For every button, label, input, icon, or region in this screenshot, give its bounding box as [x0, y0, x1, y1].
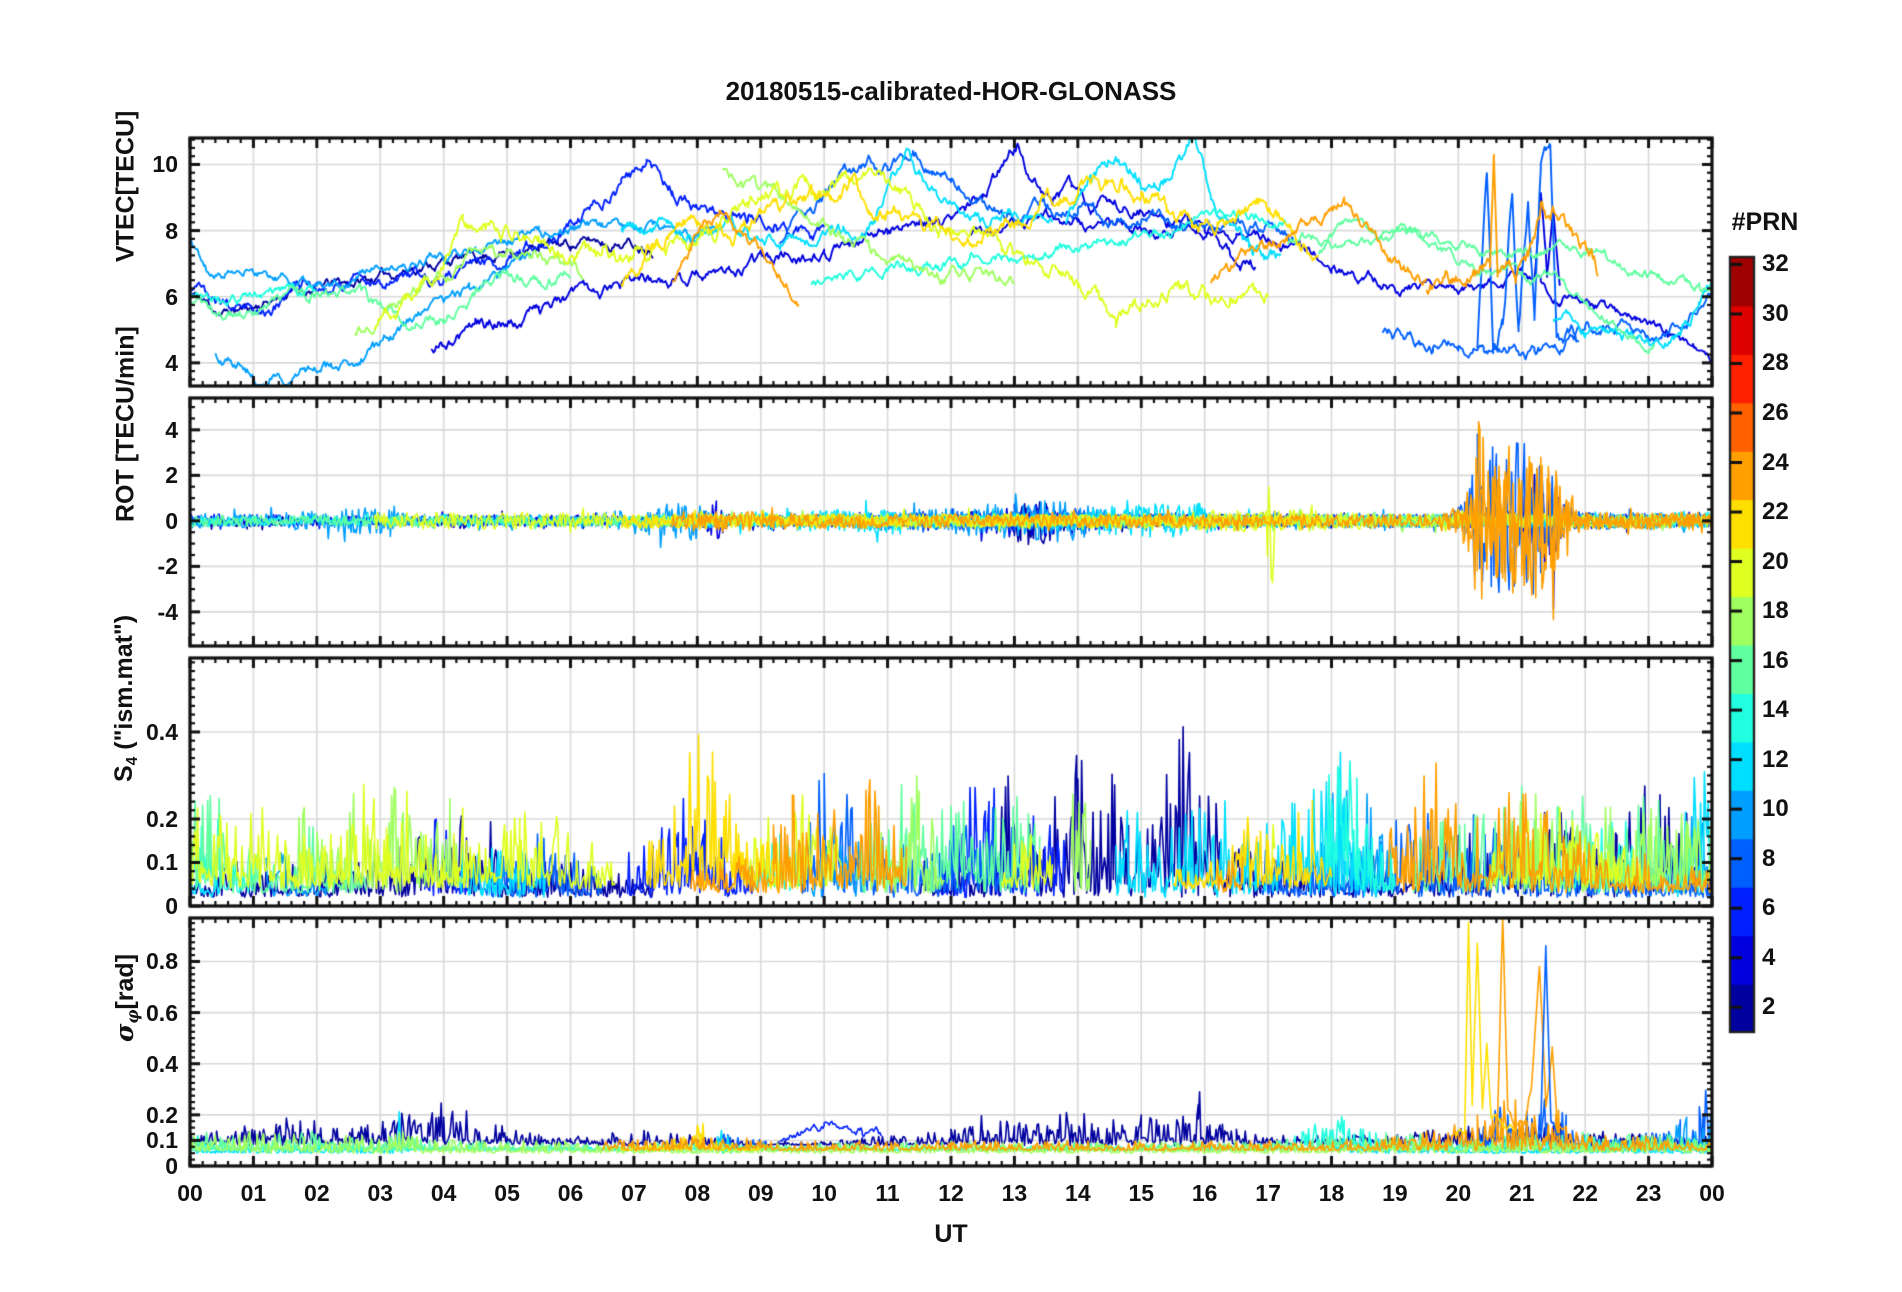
colorbar-tick-label: 22 [1762, 498, 1789, 526]
y-tick-label: 4 [165, 416, 178, 443]
x-tick-label: 11 [875, 1180, 900, 1206]
colorbar-tick-label: 10 [1762, 795, 1789, 823]
s4-subscript: 4 [124, 756, 142, 766]
x-tick-label: 09 [747, 1180, 774, 1206]
chart-canvas [0, 0, 1902, 1292]
x-tick-label: 18 [1318, 1180, 1345, 1206]
colorbar-tick-label: 12 [1762, 745, 1789, 773]
x-tick-label: 23 [1635, 1180, 1662, 1206]
x-tick-label: 01 [240, 1180, 267, 1206]
colorbar-tick-label: 8 [1762, 844, 1776, 872]
chart-title: 20180515-calibrated-HOR-GLONASS [725, 76, 1177, 106]
colorbar-tick-label: 30 [1762, 299, 1789, 327]
colorbar-tick-label: 26 [1762, 398, 1789, 426]
colorbar-tick-label: 16 [1762, 646, 1789, 674]
y-tick-label: 0 [165, 893, 178, 919]
y-tick-label: -4 [157, 598, 178, 625]
colorbar-tick-label: 2 [1762, 993, 1776, 1021]
y-axis-label-s4: S4 ("ism.mat") [110, 615, 142, 782]
colorbar-tick-label: 32 [1762, 250, 1789, 278]
y-tick-label: 10 [152, 151, 178, 178]
y-tick-label: 0.1 [146, 849, 178, 876]
x-tick-label: 03 [367, 1180, 394, 1206]
x-tick-label: 00 [177, 1180, 203, 1206]
x-tick-label: 17 [1255, 1180, 1281, 1206]
y-tick-label: 4 [165, 349, 178, 376]
y-tick-label: 0 [165, 1153, 178, 1179]
colorbar-title: #PRN [1731, 208, 1799, 236]
y-tick-label: 0.8 [146, 948, 178, 975]
colorbar-tick-label: 14 [1762, 696, 1789, 724]
x-axis-label: UT [934, 1220, 968, 1248]
s4-symbol: S [109, 765, 138, 782]
x-tick-label: 16 [1191, 1180, 1218, 1206]
x-tick-label: 14 [1065, 1180, 1091, 1206]
x-tick-label: 10 [811, 1180, 837, 1206]
colorbar-tick-label: 20 [1762, 547, 1789, 575]
y-tick-label: 0.2 [146, 805, 178, 832]
x-tick-label: 15 [1128, 1180, 1155, 1206]
colorbar-tick-label: 6 [1762, 894, 1776, 922]
colorbar-tick-label: 24 [1762, 448, 1789, 476]
y-tick-label: 0 [165, 507, 178, 534]
y-tick-label: 8 [165, 217, 178, 244]
x-tick-label: 05 [494, 1180, 520, 1206]
y-tick-label: 0.6 [146, 999, 178, 1026]
x-tick-label: 22 [1572, 1180, 1598, 1206]
x-tick-label: 13 [1001, 1180, 1028, 1206]
x-tick-label: 19 [1382, 1180, 1408, 1206]
x-tick-label: 12 [938, 1180, 964, 1206]
x-tick-label: 20 [1445, 1180, 1472, 1206]
y-tick-label: 0.2 [146, 1101, 178, 1128]
y-tick-label: 0.4 [146, 718, 178, 745]
x-tick-label: 06 [557, 1180, 584, 1206]
x-tick-label: 08 [684, 1180, 711, 1206]
colorbar-tick-label: 18 [1762, 597, 1789, 625]
colorbar-tick-label: 28 [1762, 349, 1789, 377]
x-tick-label: 04 [430, 1180, 457, 1206]
y-tick-label: 0.1 [146, 1127, 178, 1154]
y-tick-label: 0.4 [146, 1050, 178, 1077]
x-tick-label: 21 [1508, 1180, 1535, 1206]
x-tick-label: 02 [304, 1180, 330, 1206]
colorbar-tick-label: 4 [1762, 943, 1776, 971]
x-tick-label: 07 [621, 1180, 647, 1206]
y-tick-label: -2 [157, 553, 178, 580]
glonass-monitor-figure: { "chart_data": { "type": "line", "title… [0, 0, 1902, 1292]
y-tick-label: 6 [165, 283, 178, 310]
x-tick-label: 00 [1699, 1180, 1725, 1206]
y-tick-label: 2 [165, 462, 178, 489]
